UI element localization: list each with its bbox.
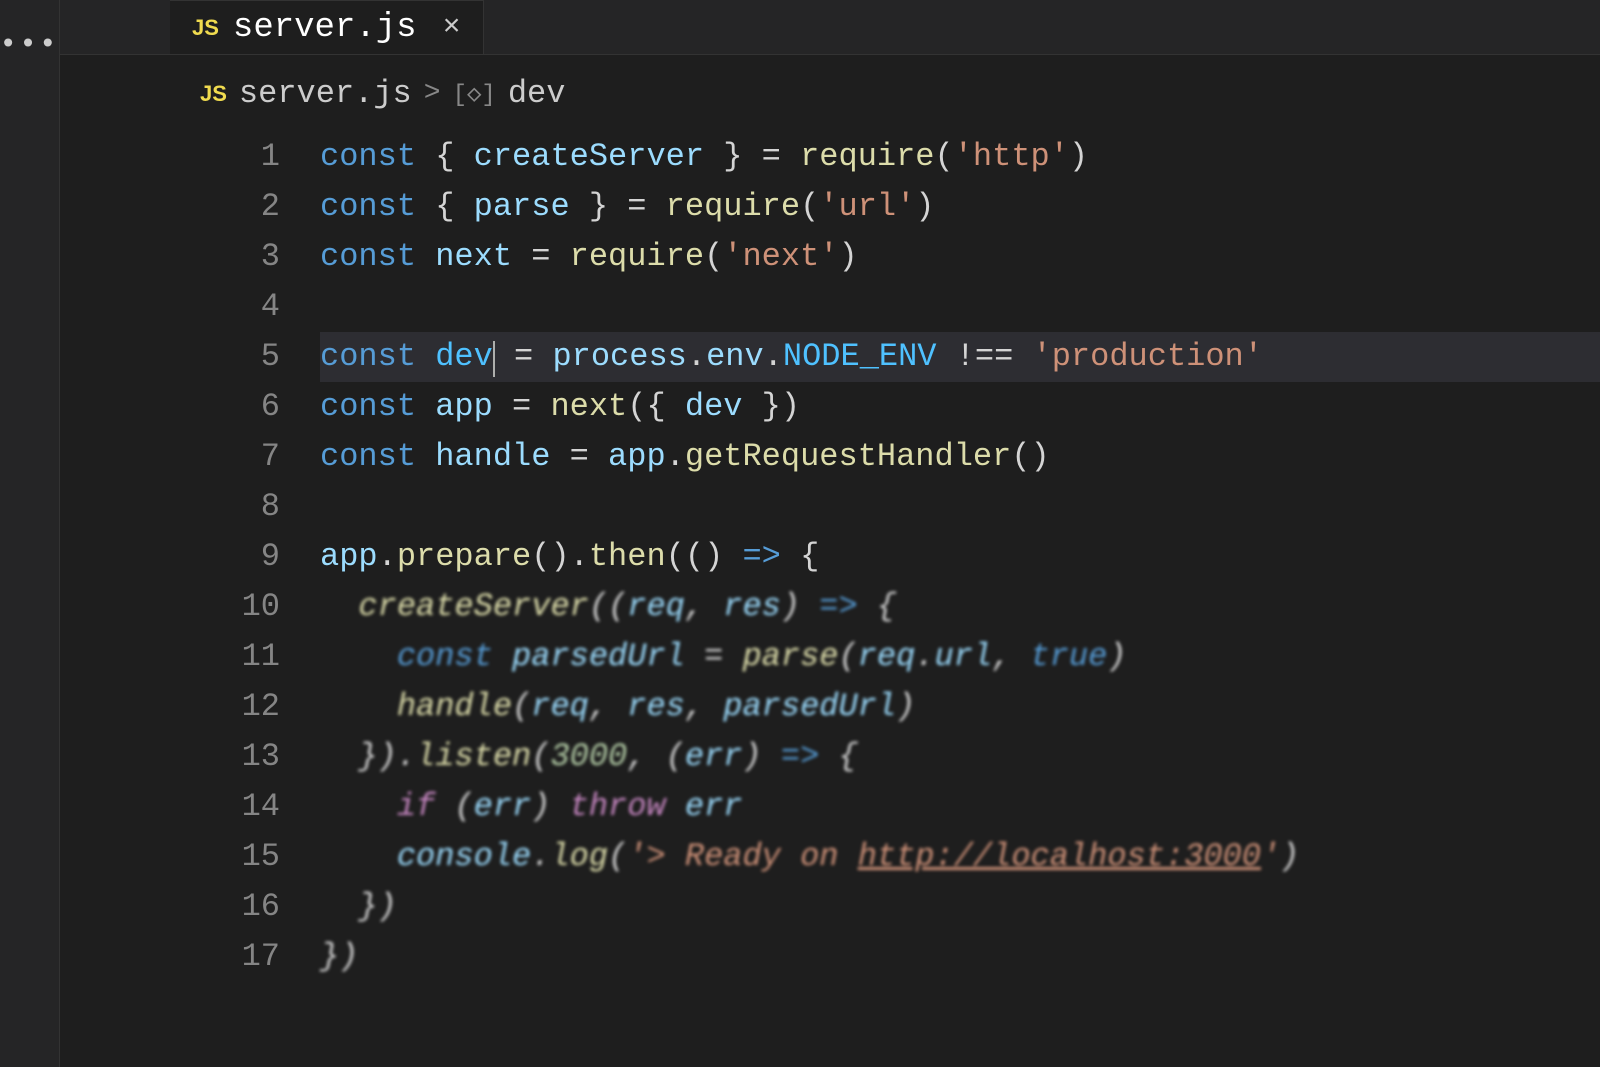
code-area: 1 2 3 4 5 6 7 8 9 10 11 12 13 14 15 16 1… bbox=[60, 126, 1600, 1067]
line-number: 15 bbox=[60, 832, 280, 882]
code-line[interactable] bbox=[320, 482, 1600, 532]
line-number: 3 bbox=[60, 232, 280, 282]
line-number: 7 bbox=[60, 432, 280, 482]
code-line[interactable]: }) bbox=[320, 932, 1600, 982]
line-number: 2 bbox=[60, 182, 280, 232]
code-line[interactable]: createServer((req, res) => { bbox=[320, 582, 1600, 632]
more-icon[interactable]: ••• bbox=[0, 30, 59, 61]
breadcrumb-symbol: dev bbox=[508, 75, 566, 112]
main-area: JS server.js × JS server.js > [◇] dev 1 … bbox=[60, 0, 1600, 1067]
line-number: 8 bbox=[60, 482, 280, 532]
line-number: 1 bbox=[60, 132, 280, 182]
line-number: 13 bbox=[60, 732, 280, 782]
code-line[interactable]: const parsedUrl = parse(req.url, true) bbox=[320, 632, 1600, 682]
tab-title: server.js bbox=[233, 9, 417, 47]
line-number: 9 bbox=[60, 532, 280, 582]
breadcrumb[interactable]: JS server.js > [◇] dev bbox=[60, 55, 1600, 126]
line-number: 12 bbox=[60, 682, 280, 732]
tab-server-js[interactable]: JS server.js × bbox=[170, 0, 484, 54]
line-number: 6 bbox=[60, 382, 280, 432]
code-line[interactable]: const handle = app.getRequestHandler() bbox=[320, 432, 1600, 482]
chevron-right-icon: > bbox=[424, 78, 441, 109]
code-line[interactable]: handle(req, res, parsedUrl) bbox=[320, 682, 1600, 732]
code-line[interactable]: }) bbox=[320, 882, 1600, 932]
tab-bar: JS server.js × bbox=[60, 0, 1600, 55]
code-line[interactable]: app.prepare().then(() => { bbox=[320, 532, 1600, 582]
code-line[interactable]: const { parse } = require('url') bbox=[320, 182, 1600, 232]
line-number: 16 bbox=[60, 882, 280, 932]
code-line[interactable]: const dev = process.env.NODE_ENV !== 'pr… bbox=[320, 332, 1600, 382]
close-icon[interactable]: × bbox=[443, 11, 461, 45]
code-line[interactable]: console.log('> Ready on http://localhost… bbox=[320, 832, 1600, 882]
code-line[interactable]: if (err) throw err bbox=[320, 782, 1600, 832]
code-line[interactable] bbox=[320, 282, 1600, 332]
js-file-icon: JS bbox=[192, 15, 219, 41]
code-line[interactable]: const app = next({ dev }) bbox=[320, 382, 1600, 432]
symbol-variable-icon: [◇] bbox=[453, 79, 496, 109]
line-number: 14 bbox=[60, 782, 280, 832]
line-number: 10 bbox=[60, 582, 280, 632]
line-number-gutter: 1 2 3 4 5 6 7 8 9 10 11 12 13 14 15 16 1… bbox=[60, 132, 320, 1067]
code-line[interactable]: const { createServer } = require('http') bbox=[320, 132, 1600, 182]
code-editor[interactable]: const { createServer } = require('http')… bbox=[320, 132, 1600, 1067]
editor-container: ••• JS server.js × JS server.js > [◇] de… bbox=[0, 0, 1600, 1067]
code-line[interactable]: const next = require('next') bbox=[320, 232, 1600, 282]
code-line[interactable]: }).listen(3000, (err) => { bbox=[320, 732, 1600, 782]
line-number: 5 bbox=[60, 332, 280, 382]
breadcrumb-file: server.js bbox=[239, 75, 412, 112]
activity-bar: ••• bbox=[0, 0, 60, 1067]
line-number: 17 bbox=[60, 932, 280, 982]
js-file-icon: JS bbox=[200, 81, 227, 107]
line-number: 11 bbox=[60, 632, 280, 682]
line-number: 4 bbox=[60, 282, 280, 332]
